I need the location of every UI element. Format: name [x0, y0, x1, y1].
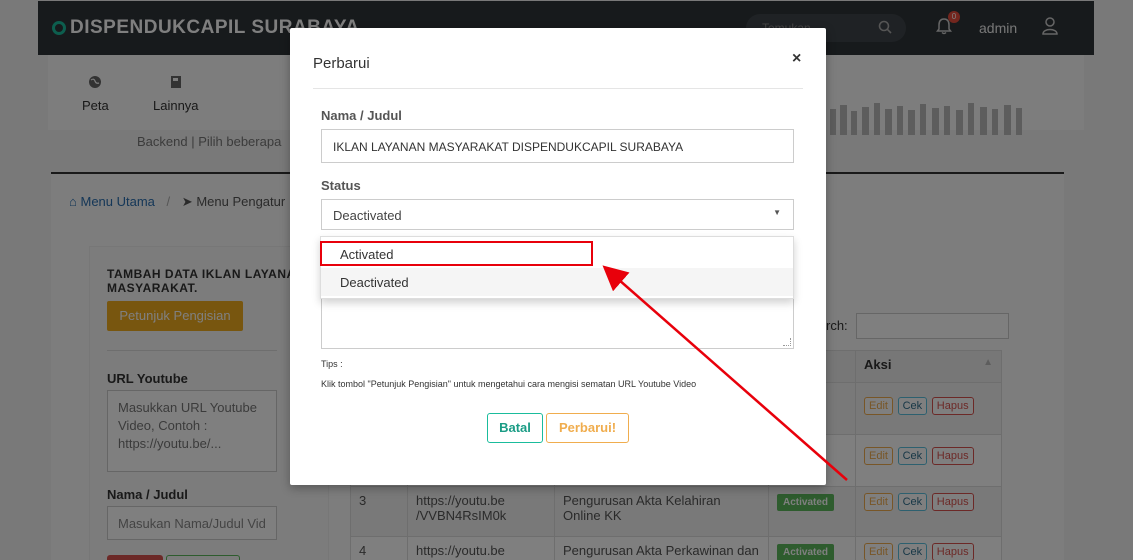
modal-divider: [313, 88, 803, 89]
title-field-label: Nama / Judul: [321, 108, 402, 123]
title-field[interactable]: IKLAN LAYANAN MASYARAKAT DISPENDUKCAPIL …: [321, 129, 794, 163]
status-select[interactable]: Deactivated ▼: [321, 199, 794, 230]
caret-down-icon: ▼: [773, 208, 781, 217]
tips-text: Klik tombol "Petunjuk Pengisian" untuk m…: [321, 379, 697, 389]
update-button[interactable]: Perbarui!: [546, 413, 629, 443]
tips-label: Tips :: [321, 359, 343, 369]
status-select-value: Deactivated: [333, 208, 402, 223]
resize-handle-icon[interactable]: [783, 338, 791, 346]
modal-title: Perbarui: [313, 55, 370, 72]
status-option-deactivated[interactable]: Deactivated: [321, 268, 793, 296]
close-icon[interactable]: ×: [792, 50, 801, 68]
annotation-highlight-box: [320, 241, 593, 266]
url-textarea[interactable]: [321, 296, 794, 349]
status-field-label: Status: [321, 178, 361, 193]
cancel-button[interactable]: Batal: [487, 413, 543, 443]
